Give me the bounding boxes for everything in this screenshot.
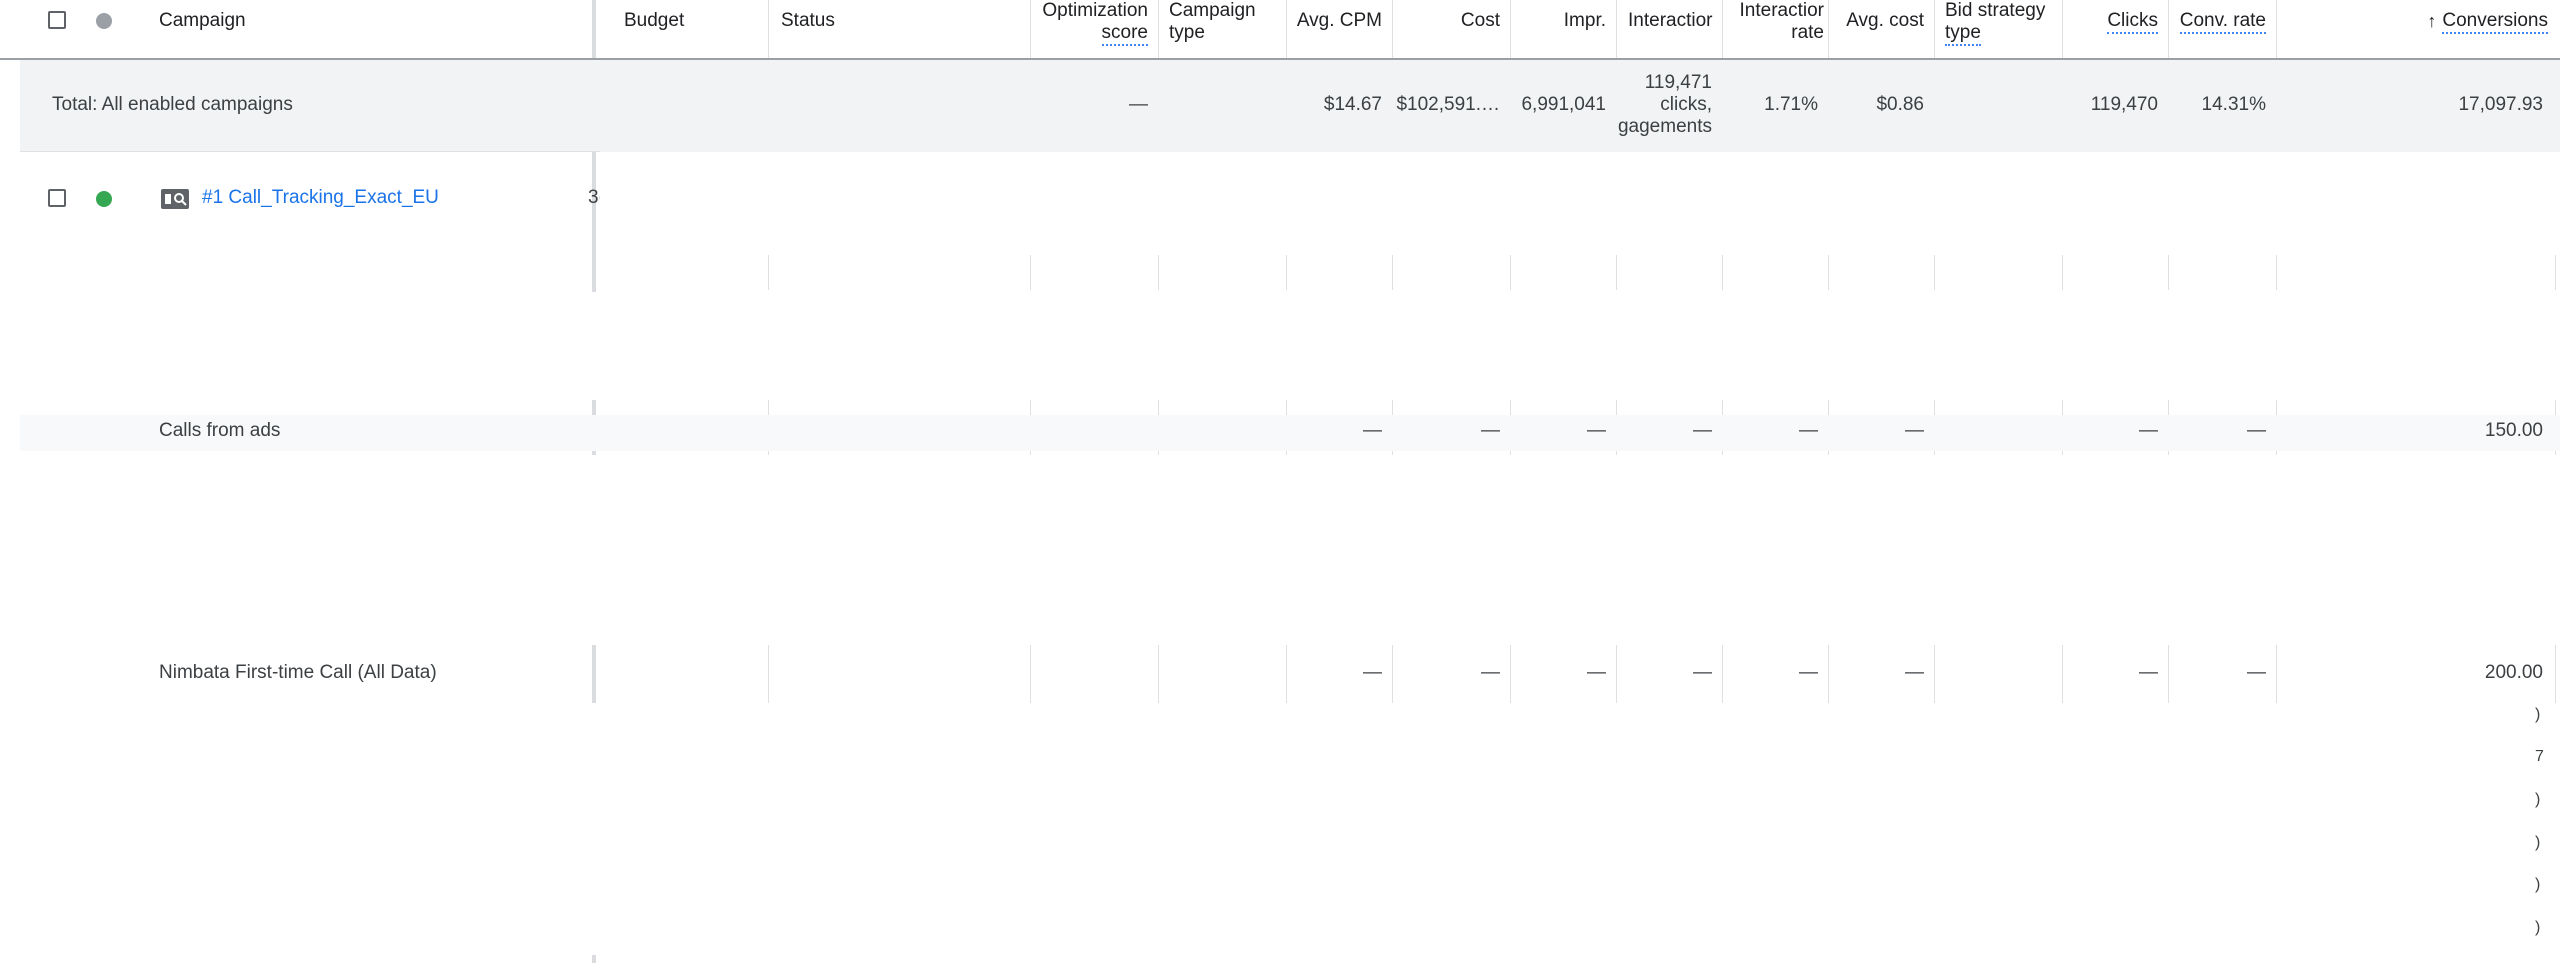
total-interactions: 119,471 clicks, gagements [1617, 72, 1712, 137]
clipped-value-fragment: ) [2535, 876, 2541, 893]
total-clicks: 119,470 [2090, 94, 2158, 115]
clipped-value-fragment: ) [2535, 706, 2541, 723]
search-campaign-icon [161, 189, 189, 209]
column-header-avg-cpm[interactable]: Avg. CPM [1287, 0, 1392, 60]
column-header-conversions[interactable]: ↑ Conversions [2277, 0, 2558, 60]
frozen-column-divider[interactable] [592, 955, 596, 963]
arrow-up-icon: ↑ [2427, 11, 2437, 31]
column-header-clicks[interactable]: Clicks [2063, 0, 2168, 60]
clipped-value-fragment: ) [2535, 919, 2541, 936]
clipped-value-fragment: ) [2535, 791, 2541, 808]
status-header-dot [96, 13, 112, 29]
column-header-bid-strategy-type[interactable]: Bid strategy type [1935, 0, 2062, 60]
nimbata-conv-rate: — [2247, 662, 2266, 683]
clipped-value-fragment: ) [2535, 834, 2541, 851]
calls-interaction-rate: — [1799, 420, 1818, 441]
column-header-avg-cost[interactable]: Avg. cost [1829, 0, 1934, 60]
campaign-row: #1 Call_Tracking_Exact_EU 3( [0, 152, 600, 242]
campaign-budget-partial: 3( [588, 187, 600, 208]
status-enabled-dot [96, 191, 112, 207]
frozen-column-divider[interactable] [592, 645, 596, 703]
nimbata-interactions: — [1693, 662, 1712, 683]
column-header-interaction-rate[interactable]: Interactior rat⁠e [1723, 0, 1828, 60]
nimbata-cost: — [1481, 662, 1500, 683]
calls-cost: — [1481, 420, 1500, 441]
calls-avg-cpm: — [1363, 420, 1382, 441]
column-header-impr[interactable]: Impr. [1511, 0, 1616, 60]
total-avg-cpm: $14.67 [1323, 94, 1382, 115]
total-conversions: 17,097.93 [2458, 94, 2543, 115]
nimbata-interaction-rate: — [1799, 662, 1818, 683]
column-header-budget[interactable]: Budget [614, 0, 764, 60]
calls-conv-rate: — [2247, 420, 2266, 441]
table-header: Campaign Budget Status Optimization scor… [0, 0, 2560, 60]
calls-from-ads-label: Calls from ads [159, 420, 281, 441]
total-conv-rate: 14.31% [2201, 94, 2266, 115]
nimbata-conversions: 200.00 [2484, 662, 2543, 683]
total-label: Total: All enabled campaigns [52, 94, 293, 115]
column-header-conv-rate[interactable]: Conv. rate [2169, 0, 2276, 60]
total-interaction-rate: 1.71% [1764, 94, 1818, 115]
total-avg-cost: $0.86 [1876, 94, 1924, 115]
row-checkbox[interactable] [48, 189, 66, 207]
nimbata-clicks: — [2139, 662, 2158, 683]
column-header-interactions[interactable]: Interactior [1617, 0, 1722, 60]
column-header-cost[interactable]: Cost [1393, 0, 1510, 60]
select-all-checkbox[interactable] [48, 11, 66, 29]
campaign-name-link[interactable]: #1 Call_Tracking_Exact_EU [202, 187, 439, 209]
column-header-status[interactable]: Status [771, 0, 1021, 60]
calls-clicks: — [2139, 420, 2158, 441]
nimbata-avg-cost: — [1905, 662, 1924, 683]
calls-conversions: 150.00 [2484, 420, 2543, 441]
total-optimization-score: — [1129, 94, 1148, 115]
nimbata-label: Nimbata First-time Call (All Data) [159, 662, 437, 683]
column-header-campaign[interactable]: Campaign [149, 0, 449, 60]
clipped-value-fragment: 7 [2535, 748, 2544, 765]
total-cost: $102,591.… [1396, 94, 1500, 115]
column-header-optimization-score[interactable]: Optimization score [1031, 0, 1158, 60]
calls-avg-cost: — [1905, 420, 1924, 441]
calls-impr: — [1587, 420, 1606, 441]
column-header-campaign-type[interactable]: Campaign type [1159, 0, 1285, 60]
nimbata-impr: — [1587, 662, 1606, 683]
total-impr: 6,991,041 [1521, 94, 1606, 115]
nimbata-avg-cpm: — [1363, 662, 1382, 683]
calls-interactions: — [1693, 420, 1712, 441]
